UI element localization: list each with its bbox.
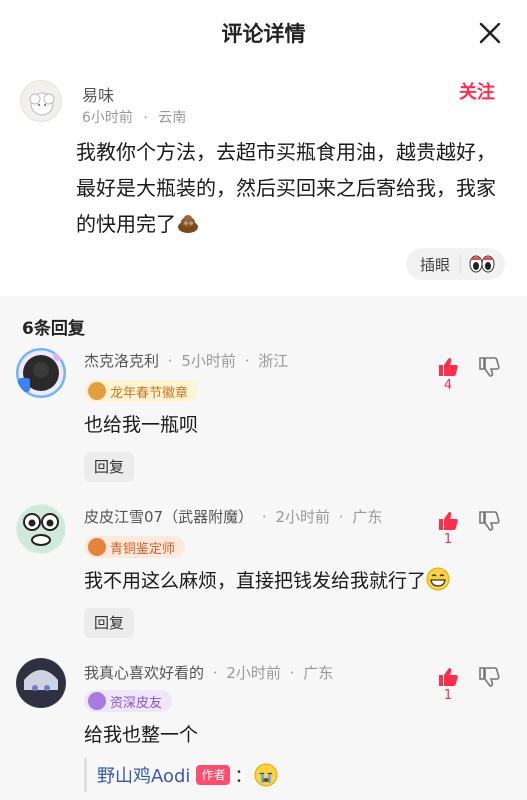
thumbs-down-icon[interactable] — [478, 666, 500, 688]
user-badge[interactable]: 青铜鉴定师 — [84, 536, 186, 558]
close-icon[interactable] — [477, 20, 503, 46]
nested-reply-author[interactable]: 野山鸡Aodi — [97, 762, 190, 788]
page-title: 评论详情 — [221, 22, 306, 46]
thumbs-down-icon[interactable] — [478, 356, 500, 378]
reaction-label: 插眼 — [419, 255, 450, 274]
reply-text: 给我也整一个 — [84, 724, 199, 746]
comment-text: 我教你个方法，去超市买瓶食用油，越贵越好，最好是大瓶装的，然后买回来之后寄给我，… — [76, 134, 496, 242]
nested-reply[interactable]: 野山鸡Aodi 作者 ： — [84, 758, 278, 792]
reply-author-name: 杰克洛克利 — [84, 352, 160, 370]
meta-separator: · — [261, 508, 267, 526]
comment-meta: 6小时前 · 云南 — [82, 107, 186, 127]
reply-author-name: 我真心喜欢好看的 — [84, 664, 205, 682]
meta-separator: · — [167, 352, 173, 370]
avatar[interactable] — [16, 348, 66, 398]
eyes-emoji-icon — [469, 255, 495, 273]
reply-time: 2小时前 — [275, 508, 330, 526]
reaction-divider — [460, 255, 461, 273]
thumbs-up-icon[interactable] — [437, 666, 459, 688]
reply-time: 2小时前 — [226, 664, 281, 682]
badge-label: 龙年春节徽章 — [110, 385, 189, 401]
reply-location: 广东 — [352, 508, 383, 526]
frog-avatar-icon — [17, 505, 65, 553]
reply-author[interactable]: 我真心喜欢好看的 · 2小时前 · 广东 — [84, 662, 333, 683]
meta-separator: · — [289, 664, 295, 682]
reaction-chip[interactable]: 插眼 — [405, 248, 505, 280]
author-tag: 作者 — [196, 765, 231, 785]
comment-author[interactable]: 易味 — [82, 82, 114, 106]
like-count: 4 — [443, 378, 453, 393]
meta-separator: · — [143, 110, 148, 126]
thumbs-up-icon[interactable] — [437, 356, 459, 378]
sheep-avatar-icon — [29, 92, 55, 116]
reply-time: 5小时前 — [181, 352, 236, 370]
page-header: 评论详情 — [0, 0, 527, 64]
thumbs-up-icon[interactable] — [437, 510, 459, 532]
crying-emoji-icon — [254, 763, 278, 787]
senior-badge-icon — [88, 692, 106, 710]
comment-time: 6小时前 — [82, 110, 133, 126]
meta-separator: · — [244, 352, 250, 370]
user-badge[interactable]: 龙年春节徽章 — [84, 380, 199, 402]
reply-author[interactable]: 杰克洛克利 · 5小时前 · 浙江 — [84, 350, 288, 371]
user-badge[interactable]: 资深皮友 — [84, 690, 173, 712]
like-count: 1 — [443, 688, 453, 703]
reply-text: 我不用这么麻烦，直接把钱发给我就行了 — [84, 566, 450, 593]
thumbs-down-icon[interactable] — [478, 510, 500, 532]
reply-button[interactable]: 回复 — [84, 608, 134, 638]
follow-button[interactable]: 关注 — [459, 78, 495, 104]
avatar[interactable] — [16, 658, 66, 708]
avatar[interactable] — [20, 80, 62, 122]
reply-count: 6条回复 — [22, 319, 85, 339]
poop-emoji-icon — [178, 215, 198, 233]
reply-author[interactable]: 皮皮江雪07（武器附魔） · 2小时前 · 广东 — [84, 506, 382, 527]
reply-text: 也给我一瓶呗 — [84, 414, 199, 436]
avatar-frame-icon — [16, 348, 66, 398]
grin-emoji-icon — [426, 567, 450, 591]
meta-separator: · — [212, 664, 218, 682]
comment-location: 云南 — [158, 110, 187, 126]
reply-location: 广东 — [303, 664, 334, 682]
reply-location: 浙江 — [258, 352, 289, 370]
badge-label: 青铜鉴定师 — [110, 541, 176, 557]
reply-button[interactable]: 回复 — [84, 452, 134, 482]
dragon-badge-icon — [88, 382, 106, 400]
comment-text-body: 我教你个方法，去超市买瓶食用油，越贵越好，最好是大瓶装的，然后买回来之后寄给我，… — [76, 140, 496, 236]
badge-label: 资深皮友 — [110, 695, 163, 711]
nested-colon: ： — [234, 766, 253, 787]
bronze-badge-icon — [88, 538, 106, 556]
like-count: 1 — [443, 532, 453, 547]
avatar[interactable] — [16, 504, 66, 554]
reply-text-body: 我不用这么麻烦，直接把钱发给我就行了 — [84, 570, 427, 592]
reply-author-name: 皮皮江雪07（武器附魔） — [84, 508, 254, 526]
main-comment: 易味 6小时前 · 云南 关注 我教你个方法，去超市买瓶食用油，越贵越好，最好是… — [0, 64, 527, 296]
anime-avatar-icon — [17, 659, 65, 707]
meta-separator: · — [338, 508, 344, 526]
